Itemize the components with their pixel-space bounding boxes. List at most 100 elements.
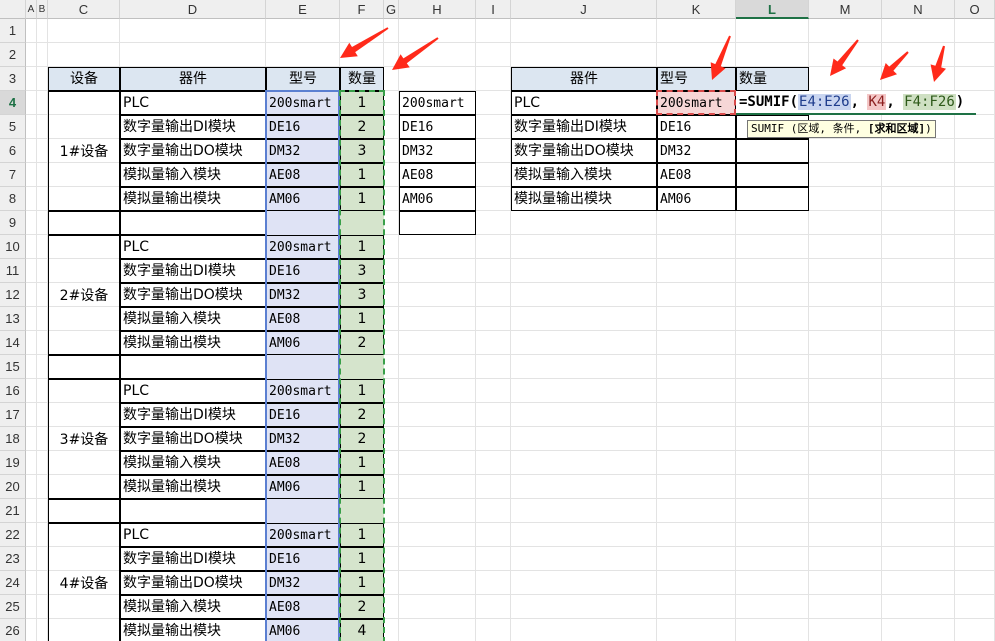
component-cell[interactable]: 模拟量输入模块 xyxy=(120,163,266,187)
model-list-cell[interactable]: AM06 xyxy=(399,187,476,211)
column-header-g[interactable]: G xyxy=(384,0,399,19)
column-header-j[interactable]: J xyxy=(511,0,657,19)
model-range-border xyxy=(265,90,340,641)
row-header-19[interactable]: 19 xyxy=(0,451,26,475)
column-header-c[interactable]: C xyxy=(48,0,120,19)
row-header-11[interactable]: 11 xyxy=(0,259,26,283)
row-header-25[interactable]: 25 xyxy=(0,595,26,619)
qty-result-cell[interactable] xyxy=(736,163,809,187)
row-header-23[interactable]: 23 xyxy=(0,547,26,571)
row-header-13[interactable]: 13 xyxy=(0,307,26,331)
row-header-26[interactable]: 26 xyxy=(0,619,26,641)
row-header-3[interactable]: 3 xyxy=(0,67,26,91)
component-cell[interactable]: 模拟量输入模块 xyxy=(120,307,266,331)
column-header-k[interactable]: K xyxy=(657,0,736,19)
column-header-a[interactable]: A xyxy=(26,0,37,19)
row-header-16[interactable]: 16 xyxy=(0,379,26,403)
row-header-17[interactable]: 17 xyxy=(0,403,26,427)
row-header-10[interactable]: 10 xyxy=(0,235,26,259)
component-cell[interactable]: 数字量输出DO模块 xyxy=(120,571,266,595)
model-list-cell[interactable] xyxy=(399,211,476,235)
model-cell[interactable]: AM06 xyxy=(657,187,736,211)
blank-separator-cell[interactable] xyxy=(120,499,266,523)
qty-result-cell[interactable] xyxy=(736,187,809,211)
component-cell[interactable]: 模拟量输出模块 xyxy=(120,619,266,641)
component-cell[interactable]: 模拟量输入模块 xyxy=(511,163,657,187)
header-model[interactable]: 型号 xyxy=(657,67,736,91)
qty-result-cell[interactable] xyxy=(736,139,809,163)
header-component[interactable]: 器件 xyxy=(120,67,266,91)
component-cell[interactable]: 数字量输出DI模块 xyxy=(120,259,266,283)
formula-cell-editing[interactable]: =SUMIF(E4:E26, K4, F4:F26) xyxy=(736,91,976,115)
header-qty[interactable]: 数量 xyxy=(340,67,384,91)
select-all-corner[interactable] xyxy=(0,0,26,19)
component-cell[interactable]: 数字量输出DO模块 xyxy=(511,139,657,163)
row-header-4[interactable]: 4 xyxy=(0,91,26,115)
column-header-d[interactable]: D xyxy=(120,0,266,19)
component-cell[interactable]: 数字量输出DI模块 xyxy=(120,547,266,571)
column-header-o[interactable]: O xyxy=(955,0,995,19)
row-header-8[interactable]: 8 xyxy=(0,187,26,211)
header-device[interactable]: 设备 xyxy=(48,67,120,91)
device-name-cell[interactable]: 4#设备 xyxy=(48,523,120,641)
blank-separator-cell[interactable] xyxy=(48,355,120,379)
row-header-18[interactable]: 18 xyxy=(0,427,26,451)
component-cell[interactable]: 数字量输出DI模块 xyxy=(120,403,266,427)
column-header-n[interactable]: N xyxy=(882,0,955,19)
header-qty[interactable]: 数量 xyxy=(736,67,809,91)
component-cell[interactable]: 模拟量输出模块 xyxy=(511,187,657,211)
model-list-cell[interactable]: AE08 xyxy=(399,163,476,187)
row-header-9[interactable]: 9 xyxy=(0,211,26,235)
component-cell[interactable]: PLC xyxy=(120,379,266,403)
component-cell[interactable]: 数字量输出DO模块 xyxy=(120,139,266,163)
component-cell[interactable]: 模拟量输出模块 xyxy=(120,187,266,211)
column-header-e[interactable]: E xyxy=(266,0,340,19)
component-cell[interactable]: 模拟量输出模块 xyxy=(120,475,266,499)
component-cell[interactable]: PLC xyxy=(511,91,657,115)
row-header-5[interactable]: 5 xyxy=(0,115,26,139)
component-cell[interactable]: 模拟量输入模块 xyxy=(120,595,266,619)
component-cell[interactable]: 数字量输出DI模块 xyxy=(120,115,266,139)
row-header-12[interactable]: 12 xyxy=(0,283,26,307)
model-list-cell[interactable]: 200smart xyxy=(399,91,476,115)
column-header-m[interactable]: M xyxy=(809,0,882,19)
row-header-22[interactable]: 22 xyxy=(0,523,26,547)
row-header-20[interactable]: 20 xyxy=(0,475,26,499)
blank-separator-cell[interactable] xyxy=(120,211,266,235)
row-header-24[interactable]: 24 xyxy=(0,571,26,595)
blank-separator-cell[interactable] xyxy=(48,499,120,523)
model-cell[interactable]: DM32 xyxy=(657,139,736,163)
column-header-f[interactable]: F xyxy=(340,0,384,19)
row-header-1[interactable]: 1 xyxy=(0,19,26,43)
row-header-15[interactable]: 15 xyxy=(0,355,26,379)
row-header-7[interactable]: 7 xyxy=(0,163,26,187)
model-list-cell[interactable]: DE16 xyxy=(399,115,476,139)
spreadsheet[interactable]: A B C D E F G H I J K L M N O 1 2 3 4 5 6 7 8 9 10 11 12 13 14 15 16 17… xyxy=(0,0,995,641)
device-name-cell[interactable]: 3#设备 xyxy=(48,379,120,499)
component-cell[interactable]: PLC xyxy=(120,523,266,547)
column-header-h[interactable]: H xyxy=(399,0,476,19)
row-header-21[interactable]: 21 xyxy=(0,499,26,523)
component-cell[interactable]: 数字量输出DO模块 xyxy=(120,283,266,307)
row-header-14[interactable]: 14 xyxy=(0,331,26,355)
model-cell[interactable]: AE08 xyxy=(657,163,736,187)
model-cell[interactable]: DE16 xyxy=(657,115,736,139)
header-component[interactable]: 器件 xyxy=(511,67,657,91)
row-header-6[interactable]: 6 xyxy=(0,139,26,163)
column-header-i[interactable]: I xyxy=(476,0,511,19)
column-header-l[interactable]: L xyxy=(736,0,809,19)
component-cell[interactable]: PLC xyxy=(120,235,266,259)
column-header-b[interactable]: B xyxy=(37,0,48,19)
component-cell[interactable]: 模拟量输出模块 xyxy=(120,331,266,355)
header-model[interactable]: 型号 xyxy=(266,67,340,91)
blank-separator-cell[interactable] xyxy=(48,211,120,235)
component-cell[interactable]: PLC xyxy=(120,91,266,115)
device-name-cell[interactable]: 2#设备 xyxy=(48,235,120,355)
device-name-cell[interactable]: 1#设备 xyxy=(48,91,120,211)
component-cell[interactable]: 数字量输出DI模块 xyxy=(511,115,657,139)
blank-separator-cell[interactable] xyxy=(120,355,266,379)
model-list-cell[interactable]: DM32 xyxy=(399,139,476,163)
row-header-2[interactable]: 2 xyxy=(0,43,26,67)
component-cell[interactable]: 数字量输出DO模块 xyxy=(120,427,266,451)
component-cell[interactable]: 模拟量输入模块 xyxy=(120,451,266,475)
